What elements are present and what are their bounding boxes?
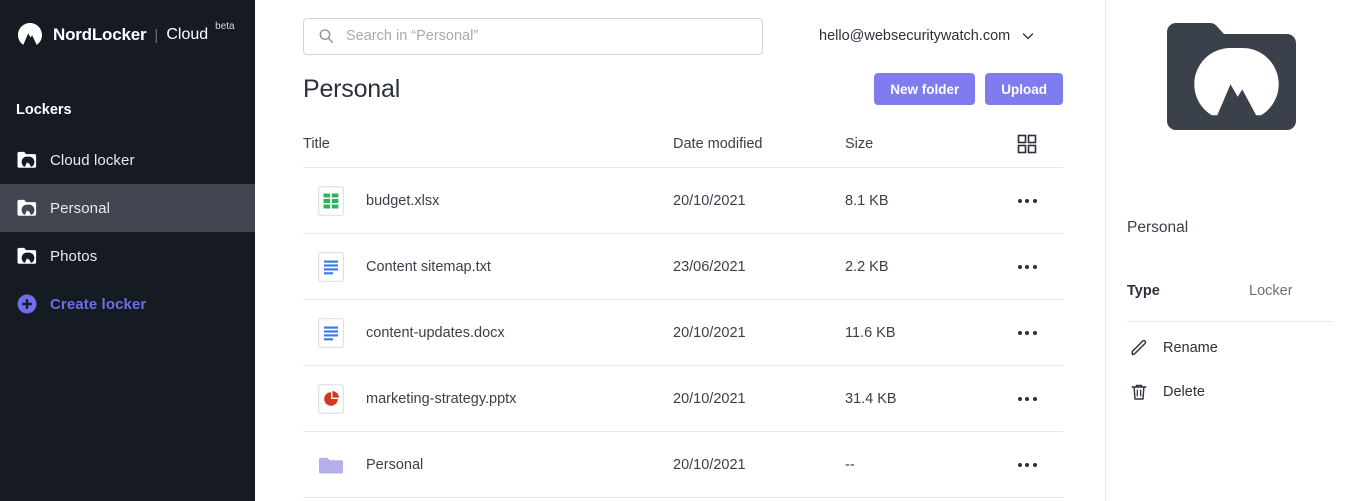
sidebar-item-label: Photos — [50, 247, 98, 265]
nordlocker-folder-logo-icon — [1164, 22, 1297, 137]
details-type-key: Type — [1127, 283, 1160, 299]
row-date: 23/06/2021 — [673, 258, 746, 275]
sidebar-item-label: Personal — [50, 199, 111, 217]
table-row[interactable]: Personal 20/10/2021 -- — [303, 432, 1063, 498]
row-title-cell: marketing-strategy.pptx — [303, 383, 673, 414]
row-date: 20/10/2021 — [673, 192, 746, 209]
rename-label: Rename — [1163, 340, 1218, 356]
locker-folder-icon — [16, 197, 38, 219]
rename-action[interactable]: Rename — [1127, 330, 1334, 366]
brand-name: NordLocker — [53, 25, 147, 44]
create-locker-label: Create locker — [50, 295, 147, 313]
account-email: hello@websecuritywatch.com — [819, 28, 1011, 44]
row-name: Content sitemap.txt — [366, 258, 491, 275]
more-options-icon[interactable] — [1016, 457, 1039, 473]
more-options-icon[interactable] — [1016, 259, 1039, 275]
create-locker-button[interactable]: Create locker — [0, 280, 255, 328]
sidebar-item-label: Cloud locker — [50, 151, 135, 169]
beta-badge: beta — [215, 21, 235, 32]
sidebar-item-cloud-locker[interactable]: Cloud locker — [0, 136, 255, 184]
page-title: Personal — [303, 74, 401, 103]
more-options-icon[interactable] — [1016, 325, 1039, 341]
page-header: Personal New folder Upload — [255, 55, 1105, 105]
spreadsheet-file-icon — [318, 185, 344, 216]
locker-folder-icon — [16, 149, 38, 171]
row-actions-cell — [997, 193, 1057, 209]
locker-folder-icon — [16, 245, 38, 267]
row-size: 11.6 KB — [845, 324, 896, 341]
sidebar: NordLocker | Cloud beta Lockers Cloud lo… — [0, 0, 255, 501]
column-header-date[interactable]: Date modified — [673, 136, 845, 152]
delete-label: Delete — [1163, 384, 1205, 400]
nordlocker-mountain-logo-icon — [16, 21, 44, 49]
row-actions-cell — [997, 457, 1057, 473]
row-name: budget.xlsx — [366, 192, 440, 209]
text-file-icon — [318, 251, 344, 282]
row-actions-cell — [997, 325, 1057, 341]
table-header-row: Title Date modified Size — [303, 129, 1063, 168]
column-header-size[interactable]: Size — [845, 136, 997, 152]
search-box[interactable] — [303, 17, 763, 55]
column-header-actions — [997, 134, 1057, 154]
document-file-icon — [318, 317, 344, 348]
brand: NordLocker | Cloud beta — [0, 0, 255, 52]
column-header-title[interactable]: Title — [303, 136, 673, 152]
grid-view-icon[interactable] — [1017, 134, 1037, 154]
sidebar-nav: Cloud locker Personal Photos Create lock… — [0, 136, 255, 328]
more-options-icon[interactable] — [1016, 391, 1039, 407]
row-title-cell: Personal — [303, 450, 673, 480]
table-row[interactable]: marketing-strategy.pptx 20/10/2021 31.4 … — [303, 366, 1063, 432]
details-thumbnail — [1127, 0, 1334, 137]
sidebar-item-photos[interactable]: Photos — [0, 232, 255, 280]
page-actions: New folder Upload — [874, 73, 1063, 105]
row-date: 20/10/2021 — [673, 456, 746, 473]
folder-icon — [318, 450, 344, 480]
row-title-cell: budget.xlsx — [303, 185, 673, 216]
file-table: Title Date modified Size budget.xlsx 20/… — [303, 129, 1063, 498]
upload-button[interactable]: Upload — [985, 73, 1063, 105]
delete-action[interactable]: Delete — [1127, 374, 1334, 410]
more-options-icon[interactable] — [1016, 193, 1039, 209]
topbar: hello@websecuritywatch.com — [255, 0, 1105, 55]
table-row[interactable]: budget.xlsx 20/10/2021 8.1 KB — [303, 168, 1063, 234]
details-panel: Personal Type Locker Rename Delete — [1105, 0, 1355, 501]
row-date: 20/10/2021 — [673, 390, 746, 407]
table-row[interactable]: content-updates.docx 20/10/2021 11.6 KB — [303, 300, 1063, 366]
presentation-file-icon — [318, 383, 344, 414]
sidebar-item-personal[interactable]: Personal — [0, 184, 255, 232]
sidebar-heading: Lockers — [16, 102, 72, 118]
row-size: 31.4 KB — [845, 390, 897, 407]
row-name: content-updates.docx — [366, 324, 505, 341]
row-title-cell: Content sitemap.txt — [303, 251, 673, 282]
main-content: hello@websecuritywatch.com Personal New … — [255, 0, 1105, 501]
row-date: 20/10/2021 — [673, 324, 746, 341]
pencil-icon — [1130, 339, 1148, 357]
row-title-cell: content-updates.docx — [303, 317, 673, 348]
chevron-down-icon — [1021, 29, 1035, 43]
row-size: 2.2 KB — [845, 258, 889, 275]
row-size: -- — [845, 456, 855, 473]
search-icon — [318, 28, 334, 44]
trash-icon — [1130, 383, 1148, 401]
row-actions-cell — [997, 391, 1057, 407]
new-folder-button[interactable]: New folder — [874, 73, 976, 105]
search-input[interactable] — [344, 27, 738, 45]
brand-divider: | — [154, 26, 159, 44]
details-title: Personal — [1127, 219, 1189, 236]
plus-circle-icon — [16, 293, 38, 315]
brand-product: Cloud — [166, 26, 209, 43]
app-root: NordLocker | Cloud beta Lockers Cloud lo… — [0, 0, 1355, 501]
details-type-row: Type Locker — [1127, 283, 1334, 322]
details-type-value: Locker — [1249, 283, 1293, 299]
row-name: Personal — [366, 456, 424, 473]
table-row[interactable]: Content sitemap.txt 23/06/2021 2.2 KB — [303, 234, 1063, 300]
row-size: 8.1 KB — [845, 192, 889, 209]
row-actions-cell — [997, 259, 1057, 275]
account-menu[interactable]: hello@websecuritywatch.com — [819, 28, 1035, 44]
row-name: marketing-strategy.pptx — [366, 390, 517, 407]
